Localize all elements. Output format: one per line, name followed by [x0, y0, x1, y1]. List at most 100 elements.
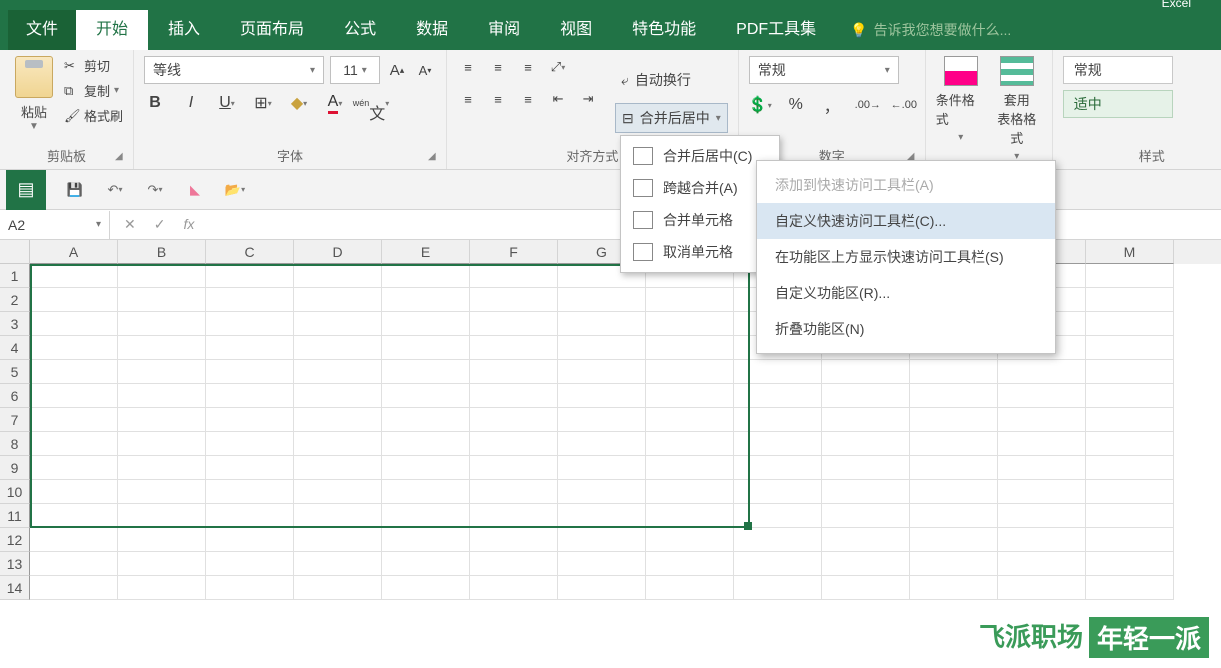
row-header[interactable]: 9	[0, 456, 30, 480]
cell[interactable]	[30, 408, 118, 432]
cell[interactable]	[646, 528, 734, 552]
cell[interactable]	[646, 384, 734, 408]
cell[interactable]	[382, 336, 470, 360]
cell[interactable]	[470, 552, 558, 576]
cell[interactable]	[206, 552, 294, 576]
cell[interactable]	[294, 528, 382, 552]
cell[interactable]	[382, 360, 470, 384]
cell[interactable]	[734, 360, 822, 384]
cell[interactable]	[998, 384, 1086, 408]
cell[interactable]	[470, 360, 558, 384]
accounting-format-button[interactable]: 💲▾	[749, 94, 771, 116]
ctx-qat-above[interactable]: 在功能区上方显示快速访问工具栏(S)	[757, 239, 1055, 275]
cell[interactable]	[118, 288, 206, 312]
cell[interactable]	[294, 480, 382, 504]
cell[interactable]	[118, 360, 206, 384]
cell[interactable]	[206, 432, 294, 456]
tab-pdf[interactable]: PDF工具集	[716, 10, 836, 50]
cell[interactable]	[206, 288, 294, 312]
tab-review[interactable]: 审阅	[468, 10, 540, 50]
cell[interactable]	[646, 576, 734, 600]
cell[interactable]	[558, 408, 646, 432]
cell[interactable]	[294, 576, 382, 600]
tab-view[interactable]: 视图	[540, 10, 612, 50]
col-header[interactable]: C	[206, 240, 294, 264]
row-header[interactable]: 13	[0, 552, 30, 576]
cell[interactable]	[646, 336, 734, 360]
cell[interactable]	[30, 264, 118, 288]
align-center-button[interactable]: ≡	[487, 88, 509, 110]
cell[interactable]	[646, 552, 734, 576]
cell[interactable]	[118, 336, 206, 360]
cell-style-good[interactable]: 适中	[1063, 90, 1173, 118]
cell[interactable]	[470, 384, 558, 408]
cell[interactable]	[646, 312, 734, 336]
tab-formulas[interactable]: 公式	[324, 10, 396, 50]
cell[interactable]	[118, 528, 206, 552]
cell[interactable]	[30, 360, 118, 384]
cell[interactable]	[734, 576, 822, 600]
row-header[interactable]: 3	[0, 312, 30, 336]
cell[interactable]	[118, 312, 206, 336]
cell[interactable]	[1086, 432, 1174, 456]
cell[interactable]	[734, 480, 822, 504]
cell[interactable]	[558, 384, 646, 408]
cell[interactable]	[382, 552, 470, 576]
cell[interactable]	[910, 360, 998, 384]
row-header[interactable]: 4	[0, 336, 30, 360]
align-right-button[interactable]: ≡	[517, 88, 539, 110]
cell[interactable]	[1086, 504, 1174, 528]
row-header[interactable]: 5	[0, 360, 30, 384]
cell[interactable]	[294, 384, 382, 408]
cell[interactable]	[1086, 576, 1174, 600]
cell[interactable]	[822, 432, 910, 456]
cell[interactable]	[558, 504, 646, 528]
cell[interactable]	[910, 576, 998, 600]
col-header[interactable]: F	[470, 240, 558, 264]
row-header[interactable]: 2	[0, 288, 30, 312]
row-header[interactable]: 8	[0, 432, 30, 456]
select-all-corner[interactable]	[0, 240, 30, 264]
number-format-selector[interactable]: 常规▾	[749, 56, 899, 84]
tab-page-layout[interactable]: 页面布局	[220, 10, 324, 50]
cell[interactable]	[294, 432, 382, 456]
cell[interactable]	[382, 480, 470, 504]
cell[interactable]	[734, 432, 822, 456]
qat-folder-button[interactable]: 📂▾	[224, 179, 246, 201]
percent-button[interactable]: %	[785, 94, 807, 116]
cell[interactable]	[558, 312, 646, 336]
cell[interactable]	[558, 360, 646, 384]
cell[interactable]	[646, 456, 734, 480]
cell[interactable]	[118, 408, 206, 432]
cell[interactable]	[206, 336, 294, 360]
cell[interactable]	[30, 576, 118, 600]
borders-button[interactable]: ⊞▾	[252, 92, 274, 114]
cell[interactable]	[822, 384, 910, 408]
cell[interactable]	[646, 408, 734, 432]
cell[interactable]	[206, 528, 294, 552]
align-middle-button[interactable]: ≡	[487, 56, 509, 78]
cell[interactable]	[382, 504, 470, 528]
cell[interactable]	[294, 312, 382, 336]
cell[interactable]	[30, 480, 118, 504]
copy-button[interactable]: ⧉复制▾	[64, 81, 123, 100]
fill-color-button[interactable]: ◆▾	[288, 92, 310, 114]
cell[interactable]	[734, 528, 822, 552]
cell[interactable]	[118, 480, 206, 504]
conditional-format-button[interactable]: 条件格式▾	[936, 56, 986, 167]
cell[interactable]	[822, 456, 910, 480]
cell[interactable]	[294, 264, 382, 288]
cell[interactable]	[382, 264, 470, 288]
tab-file[interactable]: 文件	[8, 10, 76, 50]
comma-button[interactable]: ，	[821, 94, 843, 116]
cancel-formula-icon[interactable]: ✕	[124, 216, 136, 233]
cell[interactable]	[646, 288, 734, 312]
cell[interactable]	[734, 552, 822, 576]
cell[interactable]	[558, 456, 646, 480]
cell[interactable]	[734, 456, 822, 480]
cell[interactable]	[1086, 408, 1174, 432]
align-left-button[interactable]: ≡	[457, 88, 479, 110]
cell[interactable]	[998, 528, 1086, 552]
cell[interactable]	[382, 288, 470, 312]
cell[interactable]	[822, 504, 910, 528]
